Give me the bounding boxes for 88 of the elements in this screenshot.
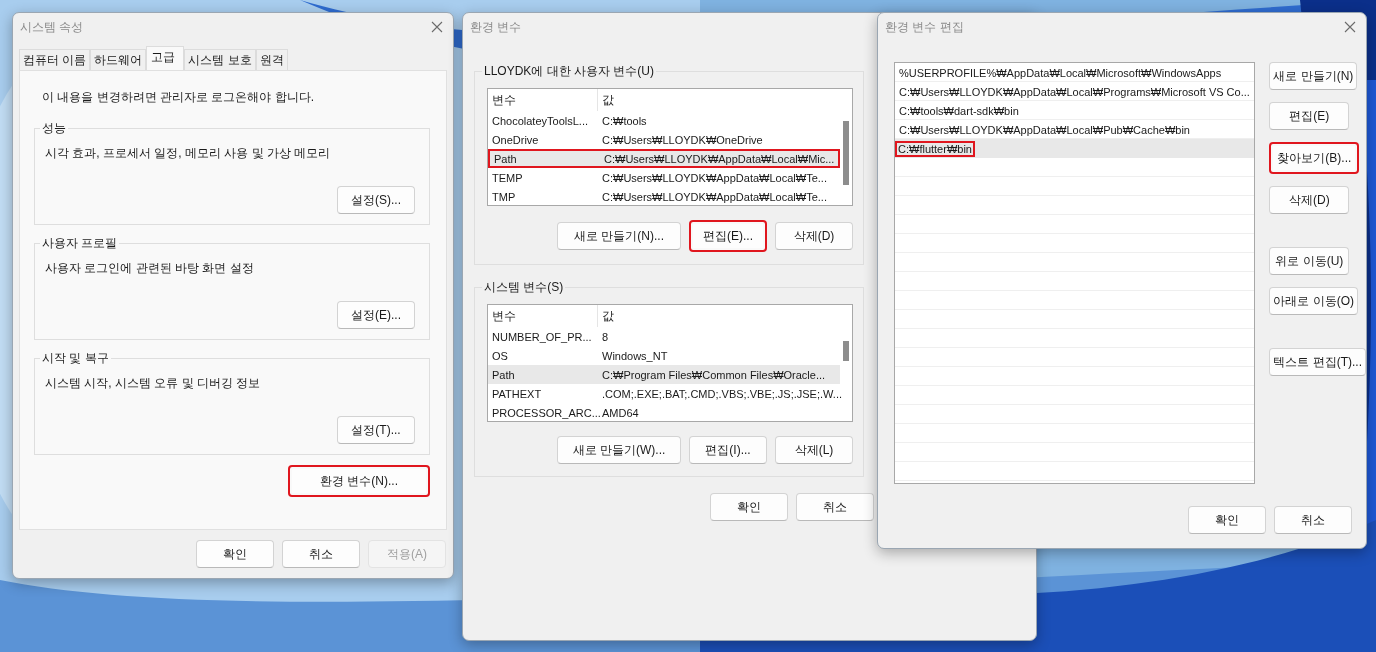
button[interactable]: 삭제(L) bbox=[775, 436, 853, 464]
button[interactable]: 취소 bbox=[796, 493, 874, 521]
notice-text: 이 내용을 변경하려면 관리자로 로그온해야 합니다. bbox=[42, 89, 315, 106]
button[interactable]: 새로 만들기(N) bbox=[1269, 62, 1358, 90]
column-header[interactable]: 값 bbox=[598, 305, 840, 327]
table-cell-text: ChocolateyToolsL... bbox=[491, 114, 589, 127]
button[interactable]: 삭제(D) bbox=[1269, 186, 1350, 214]
button[interactable]: 확인 bbox=[1188, 506, 1266, 534]
list-row[interactable]: PATHEXT .COM;.EXE;.BAT;.CMD;.VBS;.VBE;.JS;.JSE;.W... bbox=[488, 384, 840, 403]
button[interactable]: 편집(E)... bbox=[689, 220, 767, 252]
button[interactable]: 취소 bbox=[1274, 506, 1352, 534]
table-cell-text: OneDrive bbox=[491, 133, 540, 146]
list-row[interactable]: NUMBER_OF_PR... 8 bbox=[488, 327, 840, 346]
tab[interactable]: 시스템 보호 bbox=[184, 49, 256, 70]
list-row[interactable]: PROCESSOR_ARC...AMD64 bbox=[488, 403, 840, 421]
button[interactable]: 취소 bbox=[282, 540, 360, 568]
button[interactable]: 설정(S)... bbox=[337, 186, 415, 214]
group-label: LLOYDK에 대한 사용자 변수(U) bbox=[483, 63, 655, 80]
table-cell-text: TEMP bbox=[491, 171, 524, 184]
list-row[interactable]: %USERPROFILE%₩AppData₩Local₩Microsoft₩WindowsApps bbox=[895, 63, 1255, 82]
table-cell-text: C:₩Users₩LLOYDK₩AppData₩Local₩Te... bbox=[601, 171, 828, 184]
list-row[interactable]: C:₩Users₩LLOYDK₩AppData₩Local₩Programs₩Microsoft VS Co... bbox=[895, 82, 1255, 101]
description-text: 시스템 시작, 시스템 오류 및 디버깅 정보 bbox=[45, 375, 262, 392]
list-item-text: C:₩tools₩dart-sdk₩bin bbox=[898, 104, 1020, 117]
close-icon[interactable] bbox=[1344, 21, 1356, 33]
window-title: 환경 변수 bbox=[470, 18, 522, 36]
group-label: 성능 bbox=[41, 120, 67, 137]
list-row[interactable]: C:₩tools₩dart-sdk₩bin bbox=[895, 101, 1255, 120]
description-text: 시각 효과, 프로세서 일정, 메모리 사용 및 가상 메모리 bbox=[45, 145, 332, 162]
table-cell-text: AMD64 bbox=[601, 406, 640, 419]
button[interactable]: 위로 이동(U) bbox=[1269, 247, 1350, 275]
scrollbar[interactable] bbox=[843, 121, 849, 185]
description-text: 사용자 로그인에 관련된 바탕 화면 설정 bbox=[45, 260, 255, 277]
scrollbar[interactable] bbox=[843, 341, 849, 361]
table-cell-text: Path bbox=[493, 152, 518, 165]
list-row[interactable]: TEMP C:₩Users₩LLOYDK₩AppData₩Local₩Te... bbox=[488, 168, 840, 187]
column-header[interactable]: 값 bbox=[598, 89, 840, 111]
tab[interactable]: 하드웨어 bbox=[90, 49, 147, 70]
table-cell-text: C:₩Users₩LLOYDK₩AppData₩Local₩Mic... bbox=[603, 152, 836, 165]
button[interactable]: 새로 만들기(W)... bbox=[557, 436, 681, 464]
button[interactable]: 편집(I)... bbox=[689, 436, 767, 464]
list-row[interactable]: Path C:₩Program Files₩Common Files₩Oracle... bbox=[488, 365, 840, 384]
column-header[interactable]: 변수 bbox=[488, 89, 598, 111]
button[interactable]: 환경 변수(N)... bbox=[288, 465, 430, 497]
table-cell-text: C:₩Users₩LLOYDK₩OneDrive bbox=[601, 133, 764, 146]
button[interactable]: 확인 bbox=[710, 493, 788, 521]
button[interactable]: 텍스트 편집(T)... bbox=[1269, 348, 1366, 376]
list-item-text: %USERPROFILE%₩AppData₩Local₩Microsoft₩WindowsApps bbox=[898, 66, 1223, 79]
list-item-text: C:₩flutter₩bin bbox=[895, 140, 975, 157]
table-cell-text: PROCESSOR_ARC... bbox=[491, 406, 598, 419]
list-row[interactable]: OS Windows_NT bbox=[488, 346, 840, 365]
tab[interactable]: 고급 bbox=[146, 46, 185, 70]
table-cell-text: 8 bbox=[601, 330, 610, 343]
column-header[interactable]: 변수 bbox=[488, 305, 598, 327]
table-cell-text: Path bbox=[491, 368, 516, 381]
table-cell-text: C:₩Program Files₩Common Files₩Oracle... bbox=[601, 368, 827, 381]
group-label: 시작 및 복구 bbox=[41, 350, 110, 367]
button[interactable]: 설정(E)... bbox=[337, 301, 415, 329]
button[interactable]: 새로 만들기(N)... bbox=[557, 222, 681, 250]
button[interactable]: 아래로 이동(O) bbox=[1269, 287, 1358, 315]
list-row[interactable]: OneDrive C:₩Users₩LLOYDK₩OneDrive bbox=[488, 130, 840, 149]
list-row[interactable]: Path C:₩Users₩LLOYDK₩AppData₩Local₩Mic... bbox=[488, 149, 840, 168]
button[interactable]: 편집(E) bbox=[1269, 102, 1350, 130]
button[interactable]: 설정(T)... bbox=[337, 416, 415, 444]
button[interactable]: 삭제(D) bbox=[775, 222, 853, 250]
group-label: 사용자 프로필 bbox=[41, 235, 119, 252]
group-label: 시스템 변수(S) bbox=[483, 279, 565, 296]
tab[interactable]: 원격 bbox=[255, 49, 288, 70]
list-item-text: C:₩Users₩LLOYDK₩AppData₩Local₩Programs₩Microsoft VS Co... bbox=[898, 85, 1251, 98]
table-cell-text: TMP bbox=[491, 190, 517, 203]
button[interactable]: 찾아보기(B)... bbox=[1269, 142, 1360, 174]
table-cell-text: OS bbox=[491, 349, 509, 362]
table-cell-text: NUMBER_OF_PR... bbox=[491, 330, 593, 343]
list-row[interactable]: ChocolateyToolsL... C:₩tools bbox=[488, 111, 840, 130]
table-cell-text: Windows_NT bbox=[601, 349, 669, 362]
close-icon[interactable] bbox=[431, 21, 443, 33]
list-row[interactable]: TMP C:₩Users₩LLOYDK₩AppData₩Local₩Te... bbox=[488, 187, 840, 205]
window-title: 환경 변수 편집 bbox=[885, 18, 964, 36]
table-cell-text: .COM;.EXE;.BAT;.CMD;.VBS;.VBE;.JS;.JSE;.W... bbox=[601, 387, 842, 400]
button[interactable]: 확인 bbox=[196, 540, 274, 568]
list-row[interactable]: C:₩Users₩LLOYDK₩AppData₩Local₩Pub₩Cache₩bin bbox=[895, 120, 1255, 139]
table-cell-text: C:₩tools bbox=[601, 114, 648, 127]
table-cell-text: PATHEXT bbox=[491, 387, 543, 400]
list-item-text: C:₩Users₩LLOYDK₩AppData₩Local₩Pub₩Cache₩bin bbox=[898, 123, 1191, 136]
window-title: 시스템 속성 bbox=[20, 18, 84, 36]
tab[interactable]: 컴퓨터 이름 bbox=[19, 49, 91, 70]
list-row[interactable]: C:₩flutter₩bin bbox=[895, 139, 1255, 158]
table-cell-text: C:₩Users₩LLOYDK₩AppData₩Local₩Te... bbox=[601, 190, 828, 203]
